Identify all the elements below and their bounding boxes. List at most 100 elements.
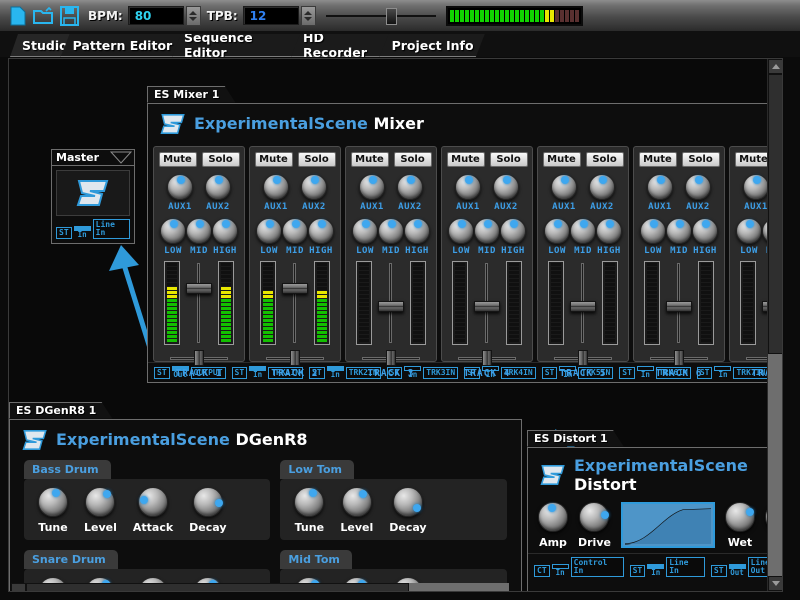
bpm-stepper[interactable] <box>186 6 201 26</box>
pan-handle[interactable] <box>194 350 204 366</box>
knob[interactable] <box>725 502 755 532</box>
solo-button[interactable]: Solo <box>490 152 528 167</box>
hscroll-thumb[interactable] <box>26 583 409 593</box>
knob[interactable] <box>685 174 711 200</box>
knob[interactable] <box>692 218 718 244</box>
knob[interactable] <box>138 487 168 517</box>
pan-slider[interactable] <box>650 350 708 366</box>
new-file-icon[interactable] <box>4 3 30 29</box>
knob[interactable] <box>359 174 385 200</box>
fader-handle[interactable] <box>282 283 308 294</box>
fader-handle[interactable] <box>378 301 404 312</box>
pan-slider[interactable] <box>458 350 516 366</box>
pan-handle[interactable] <box>578 350 588 366</box>
connector-port[interactable]: In <box>74 226 91 239</box>
mute-button[interactable]: Mute <box>159 152 197 167</box>
connector-port[interactable]: Out <box>729 564 746 577</box>
scroll-left-arrow[interactable] <box>11 583 26 593</box>
mixer-channel-strip[interactable]: MuteSoloAUX1AUX2LOWMIDHIGHTRACK 3 <box>345 146 437 362</box>
knob[interactable] <box>743 174 769 200</box>
knob[interactable] <box>397 174 423 200</box>
knob[interactable] <box>493 174 519 200</box>
knob[interactable] <box>186 218 212 244</box>
master-volume-slider[interactable] <box>326 5 436 27</box>
mute-button[interactable]: Mute <box>351 152 389 167</box>
solo-button[interactable]: Solo <box>298 152 336 167</box>
knob[interactable] <box>212 218 238 244</box>
pan-handle[interactable] <box>482 350 492 366</box>
tab-studio[interactable]: Studio <box>10 34 70 57</box>
mute-button[interactable]: Mute <box>255 152 293 167</box>
knob[interactable] <box>167 174 193 200</box>
fader-handle[interactable] <box>186 283 212 294</box>
mixer-channel-strip[interactable]: MuteSoloAUX1AUX2LOWMIDHIGHTRACK 4 <box>441 146 533 362</box>
knob[interactable] <box>448 218 474 244</box>
knob[interactable] <box>666 218 692 244</box>
mixer-channel-strip[interactable]: MuteSoloAUX1AUX2LOWMIDHIGHTRACK 6 <box>633 146 725 362</box>
tab-hd-recorder[interactable]: HD Recorder <box>291 34 389 57</box>
channel-fader[interactable] <box>570 261 596 345</box>
distort-window[interactable]: ES Distort 1 ExperimentalScene Distort A… <box>527 427 783 592</box>
tab-pattern-editor[interactable]: Pattern Editor <box>61 34 181 57</box>
mixer-channel-strip[interactable]: MuteSoloAUX1AUX2LOWMIDHIGHTRACK 1 <box>153 146 245 362</box>
pan-handle[interactable] <box>386 350 396 366</box>
mixer-channel-strip[interactable]: MuteSoloAUX1AUX2LOWMIDHIGHTRACK 5 <box>537 146 629 362</box>
save-disk-icon[interactable] <box>56 3 82 29</box>
channel-fader[interactable] <box>474 261 500 345</box>
channel-fader[interactable] <box>378 261 404 345</box>
mute-button[interactable]: Mute <box>639 152 677 167</box>
collapse-icon[interactable] <box>110 151 132 165</box>
mute-button[interactable]: Mute <box>543 152 581 167</box>
solo-button[interactable]: Solo <box>394 152 432 167</box>
knob[interactable] <box>282 218 308 244</box>
fader-handle[interactable] <box>474 301 500 312</box>
dgenr8-window[interactable]: ES DGenR8 1 ExperimentalScene DGenR8 Bas… <box>9 399 524 592</box>
mute-button[interactable]: Mute <box>447 152 485 167</box>
pan-handle[interactable] <box>674 350 684 366</box>
knob[interactable] <box>160 218 186 244</box>
knob[interactable] <box>455 174 481 200</box>
bpm-input[interactable]: 80 <box>128 6 184 25</box>
knob[interactable] <box>474 218 500 244</box>
canvas-vscrollbar[interactable] <box>767 59 782 591</box>
tab-project-info[interactable]: Project Info <box>380 34 485 57</box>
knob[interactable] <box>378 218 404 244</box>
distortion-curve-display[interactable] <box>621 502 715 548</box>
knob[interactable] <box>647 174 673 200</box>
studio-canvas[interactable]: Master ST In <box>8 58 783 592</box>
vscroll-thumb[interactable] <box>768 74 783 354</box>
master-module[interactable]: Master ST In <box>51 149 135 244</box>
open-folder-icon[interactable] <box>30 3 56 29</box>
knob[interactable] <box>38 487 68 517</box>
mixer-window[interactable]: ES Mixer 1 ExperimentalScene Mixer MuteS… <box>147 83 783 383</box>
knob[interactable] <box>352 218 378 244</box>
knob[interactable] <box>301 174 327 200</box>
solo-button[interactable]: Solo <box>202 152 240 167</box>
knob[interactable] <box>579 502 609 532</box>
knob[interactable] <box>205 174 231 200</box>
mixer-channel-strip[interactable]: MuteSoloAUX1AUX2LOWMIDHIGHTRACK 2 <box>249 146 341 362</box>
connector-port[interactable]: In <box>647 564 664 577</box>
connector-port[interactable]: In <box>552 564 569 577</box>
channel-fader[interactable] <box>186 261 212 345</box>
knob[interactable] <box>308 218 334 244</box>
knob[interactable] <box>596 218 622 244</box>
distort-window-title[interactable]: ES Distort 1 <box>527 430 624 447</box>
pan-slider[interactable] <box>554 350 612 366</box>
pan-slider[interactable] <box>362 350 420 366</box>
scroll-up-arrow[interactable] <box>768 59 783 74</box>
channel-fader[interactable] <box>666 261 692 345</box>
pan-slider[interactable] <box>266 350 324 366</box>
dgenr8-hscrollbar[interactable] <box>11 583 509 593</box>
connector-line-in[interactable]: ST In Line In <box>56 219 130 239</box>
knob[interactable] <box>570 218 596 244</box>
pan-slider[interactable] <box>170 350 228 366</box>
fader-handle[interactable] <box>666 301 692 312</box>
dgenr8-window-title[interactable]: ES DGenR8 1 <box>9 402 112 419</box>
knob[interactable] <box>500 218 526 244</box>
tpb-stepper[interactable] <box>301 6 316 26</box>
solo-button[interactable]: Solo <box>682 152 720 167</box>
knob[interactable] <box>589 174 615 200</box>
knob[interactable] <box>193 487 223 517</box>
tpb-input[interactable]: 12 <box>243 6 299 25</box>
